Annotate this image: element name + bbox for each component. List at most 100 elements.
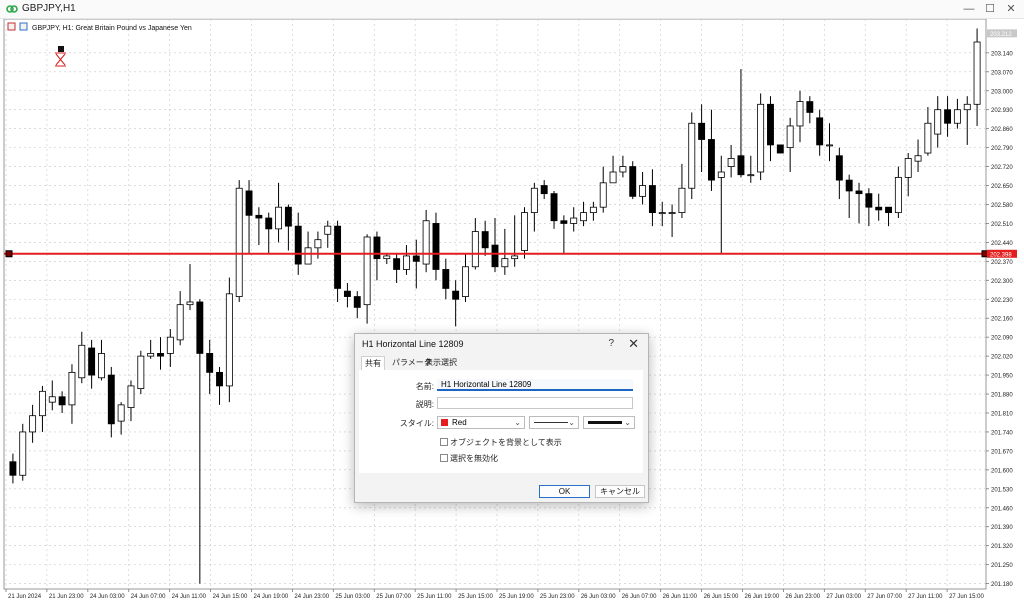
price-tick-label: 202.720 <box>991 165 1013 171</box>
candle <box>658 212 666 215</box>
price-tick-label: 202.510 <box>991 222 1013 228</box>
candle <box>609 171 617 184</box>
line-price-label: 202.398 <box>990 252 1012 258</box>
candle <box>334 225 342 289</box>
candle <box>393 258 401 270</box>
time-tick-label: 26 Jun 11:00 <box>663 594 698 600</box>
close-icon[interactable]: ✕ <box>1000 1 1022 17</box>
candle <box>698 122 706 140</box>
tab-common[interactable]: 共有 <box>361 356 385 371</box>
line-width-select[interactable]: ⌄ <box>583 416 635 429</box>
candle <box>737 155 745 176</box>
candle <box>953 109 961 124</box>
chevron-down-icon: ⌄ <box>624 418 631 427</box>
time-tick-label: 24 Jun 11:00 <box>172 594 207 600</box>
price-tick-label: 201.950 <box>991 374 1013 380</box>
candle <box>688 122 696 189</box>
candle <box>865 193 873 208</box>
line-style-select[interactable]: ⌄ <box>529 416 579 429</box>
price-tick-label: 203.000 <box>991 89 1013 95</box>
candle <box>511 255 519 260</box>
candle <box>176 304 184 341</box>
candle <box>294 225 302 265</box>
price-tick-label: 202.790 <box>991 146 1013 152</box>
dialog-panel: 名前: H1 Horizontal Line 12809 説明: スタイル: R… <box>359 370 643 473</box>
time-axis: 21 Jun 2024 21 Jun 23:00 24 Jun 03:00 24 Ju… <box>5 589 984 600</box>
candle <box>304 247 312 265</box>
time-tick-label: 24 Jun 03:00 <box>90 594 125 600</box>
candle <box>245 190 253 216</box>
line-handle-left[interactable] <box>5 250 13 258</box>
time-tick-label: 25 Jun 03:00 <box>335 594 370 600</box>
candle <box>707 139 715 181</box>
candle <box>963 103 971 111</box>
candle <box>462 266 469 297</box>
candle <box>58 396 66 406</box>
name-field[interactable]: H1 Horizontal Line 12809 <box>437 379 633 391</box>
candle <box>806 101 814 113</box>
price-tick-label: 201.250 <box>991 563 1013 569</box>
candle <box>255 214 263 219</box>
candle <box>767 103 774 146</box>
candle <box>324 225 332 235</box>
candle <box>619 166 627 173</box>
candle <box>48 396 56 403</box>
one-click-trading-icon[interactable] <box>55 46 66 67</box>
color-select[interactable]: Red ⌄ <box>437 416 525 429</box>
candle <box>353 296 361 308</box>
candle <box>501 258 509 268</box>
candle <box>363 236 371 306</box>
time-tick-label: 26 Jun 15:00 <box>704 594 739 600</box>
candle <box>373 236 381 260</box>
price-tick-label: 201.670 <box>991 449 1013 455</box>
draw-as-background-label: オブジェクトを背景として表示 <box>450 438 562 447</box>
candle <box>491 244 499 268</box>
price-tick-label: 202.580 <box>991 203 1013 209</box>
dialog-close-icon[interactable]: ✕ <box>628 336 639 352</box>
line-width-preview <box>588 421 622 424</box>
candle <box>885 206 892 214</box>
price-tick-label: 202.090 <box>991 336 1013 342</box>
chart-frame <box>3 19 987 590</box>
candle <box>550 193 558 222</box>
time-tick-label: 26 Jun 07:00 <box>622 594 657 600</box>
time-tick-label: 21 Jun 2024 <box>8 594 42 600</box>
candle <box>157 353 164 357</box>
minimize-icon[interactable]: — <box>958 1 980 17</box>
description-field[interactable] <box>437 397 633 409</box>
time-tick-label: 27 Jun 07:00 <box>867 594 902 600</box>
candle <box>19 431 27 476</box>
tab-visualization[interactable]: 表示選択 <box>422 356 460 370</box>
horizontal-line[interactable]: 202.398 <box>4 249 1017 259</box>
candle <box>786 125 794 149</box>
candle <box>314 239 322 249</box>
price-tick-label: 202.860 <box>991 127 1013 133</box>
candle <box>924 122 932 154</box>
candle <box>225 293 233 387</box>
candle <box>9 461 17 476</box>
help-icon[interactable]: ? <box>608 338 614 349</box>
cancel-button[interactable]: キャンセル <box>595 485 645 498</box>
ok-button[interactable]: OK <box>539 485 590 498</box>
candle <box>471 231 479 268</box>
price-tick-label: 202.300 <box>991 279 1013 285</box>
price-chart[interactable]: 202.398 203.140 203.070 203.000 202.930 202.… <box>0 19 1024 609</box>
maximize-icon[interactable]: ☐ <box>979 1 1001 17</box>
price-tick-label: 201.880 <box>991 393 1013 399</box>
price-tick-label: 202.650 <box>991 184 1013 190</box>
candle <box>845 179 853 192</box>
candle <box>29 415 37 433</box>
candle <box>442 269 450 289</box>
draw-as-background-checkbox[interactable] <box>440 438 448 446</box>
candle <box>383 255 391 260</box>
price-tick-label: 201.320 <box>991 544 1013 550</box>
chart-grid-icon <box>19 22 28 31</box>
price-tick-label: 202.370 <box>991 260 1013 266</box>
candle <box>147 353 155 357</box>
candle <box>68 371 76 406</box>
disable-selection-checkbox[interactable] <box>440 454 448 462</box>
price-tick-label: 201.600 <box>991 468 1013 474</box>
color-swatch <box>441 419 448 426</box>
candle <box>826 144 833 147</box>
candle <box>275 206 283 230</box>
